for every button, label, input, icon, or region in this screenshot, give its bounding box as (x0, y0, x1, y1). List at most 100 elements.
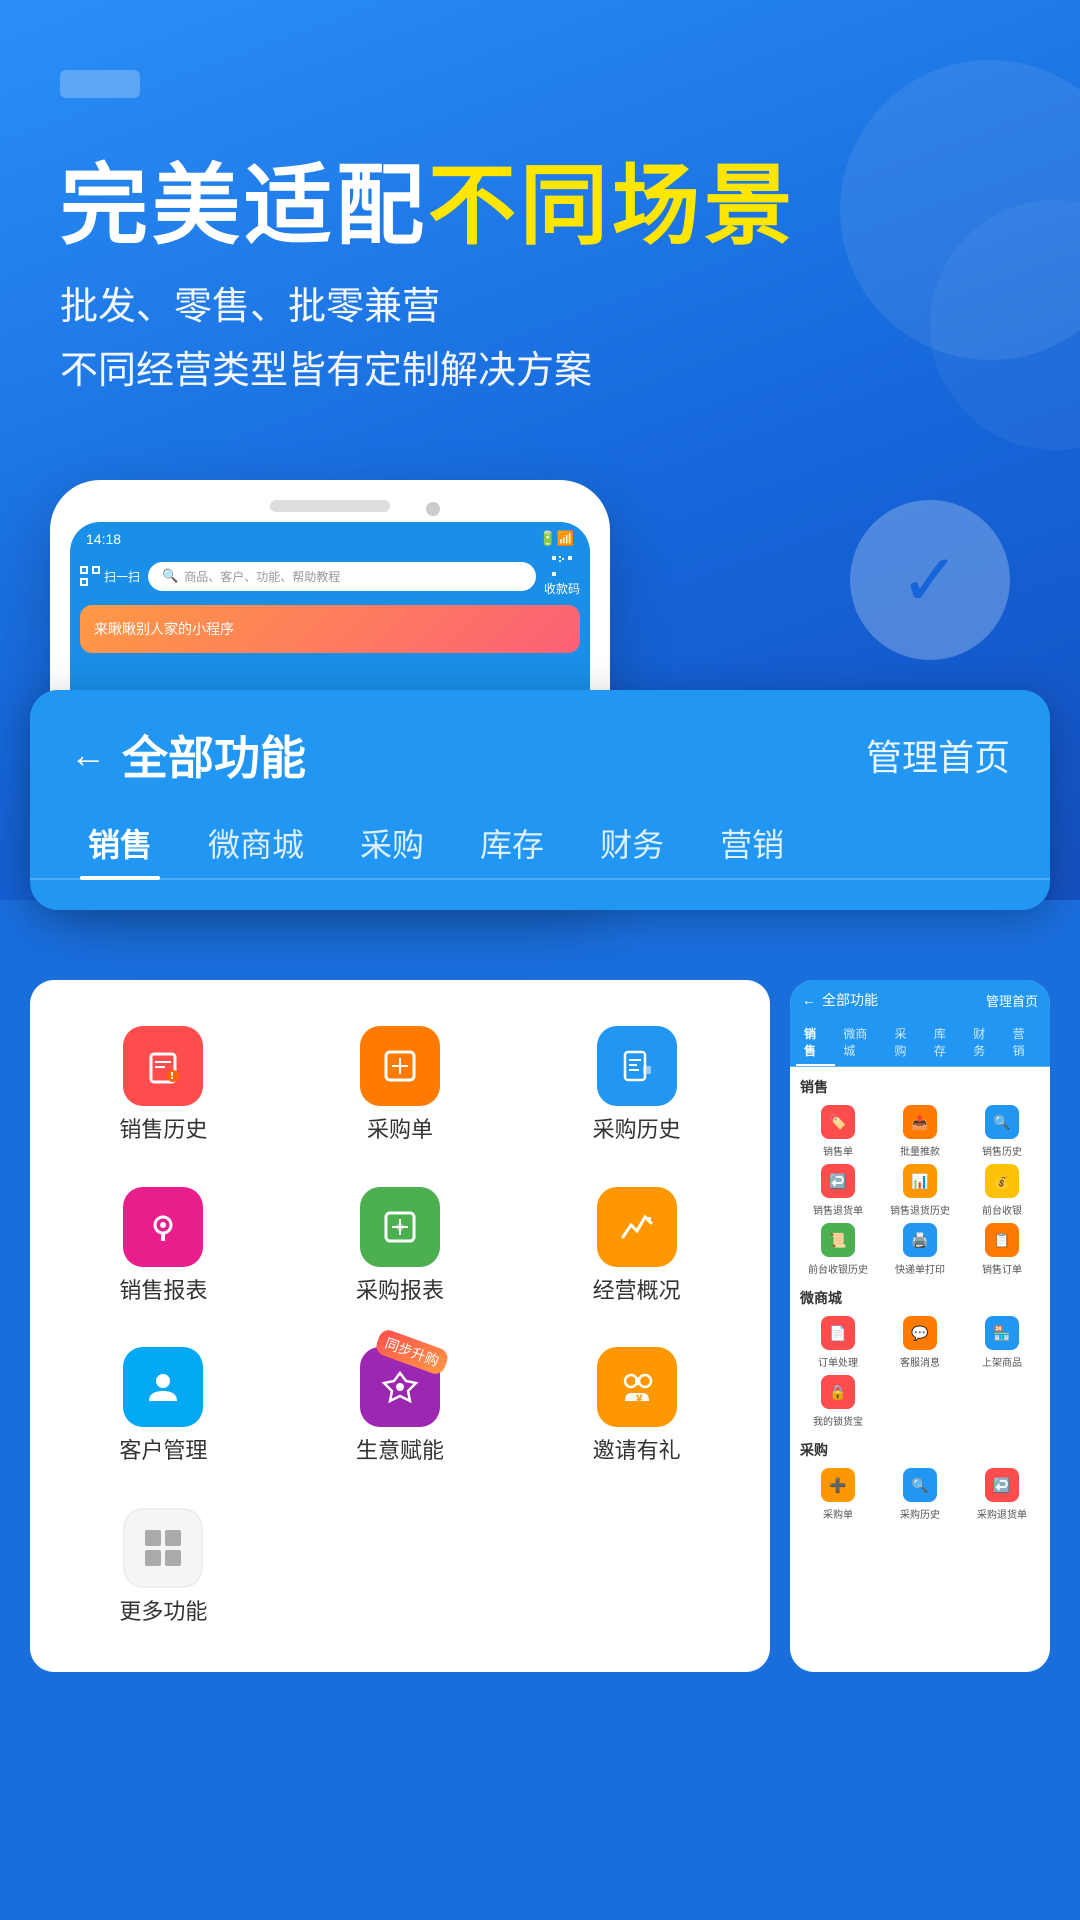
mini-purchase-hist-icon: 🔍 (903, 1468, 937, 1502)
tab-finance[interactable]: 财务 (572, 808, 692, 878)
tab-wechat-mall[interactable]: 微商城 (180, 808, 332, 878)
app-item-sales-report[interactable]: 销售报表 (50, 1171, 277, 1322)
mini-tab-sales[interactable]: 销售 (796, 1020, 835, 1066)
mini-header-left: ← 全部功能 (802, 990, 878, 1010)
mini-back-icon: ← (802, 992, 816, 1008)
subline1: 批发、零售、批零兼营 (60, 275, 1020, 340)
mini-item-purchase-return[interactable]: ↩️ 采购退货单 (964, 1468, 1040, 1521)
mini-header: ← 全部功能 管理首页 (790, 980, 1050, 1020)
app-item-purchase-report[interactable]: 采购报表 (287, 1171, 514, 1322)
signal-bar (60, 70, 140, 98)
sales-report-label: 销售报表 (119, 1277, 207, 1306)
mini-section-sales: 销售 (800, 1077, 1040, 1097)
app-item-customer-mgmt[interactable]: 客户管理 (50, 1331, 277, 1482)
purchase-history-label: 采购历史 (593, 1116, 681, 1145)
mini-item-sales-return-history[interactable]: 📊 销售退货历史 (882, 1164, 958, 1217)
mini-item-list-goods[interactable]: 🏪 上架商品 (964, 1316, 1040, 1369)
mini-lock-goods-icon: 🔒 (821, 1375, 855, 1409)
headline-yellow: 不同场景 (428, 156, 796, 255)
mini-item-sales-sub-order[interactable]: 📋 销售订单 (964, 1223, 1040, 1276)
func-card: ← 全部功能 管理首页 销售 微商城 采购 库存 财务 营销 (30, 690, 1050, 910)
mini-item-cashier[interactable]: 💰 前台收银 (964, 1164, 1040, 1217)
customer-mgmt-label: 客户管理 (119, 1437, 207, 1466)
func-header: ← 全部功能 管理首页 (30, 690, 1050, 808)
purchase-report-label: 采购报表 (356, 1277, 444, 1306)
mini-purchase-order-icon: ➕ (821, 1468, 855, 1502)
headline-white: 完美适配 (60, 156, 428, 255)
mini-order-process-icon: 📄 (821, 1316, 855, 1350)
mini-item-mini-sales-history[interactable]: 🔍 销售历史 (964, 1105, 1040, 1158)
headline: 完美适配不同场景 (60, 158, 1020, 255)
tab-inventory[interactable]: 库存 (452, 808, 572, 878)
mini-content: 销售 🏷️ 销售单 📤 批量推款 🔍 销售历史 ↩️ 销售退货单 (790, 1067, 1050, 1543)
mini-title: 全部功能 (822, 990, 878, 1010)
back-arrow-icon[interactable]: ← (70, 734, 106, 776)
mini-tabs: 销售 微商城 采购 库存 财务 营销 (790, 1020, 1050, 1067)
business-overview-label: 经营概况 (593, 1277, 681, 1306)
customer-mgmt-icon (123, 1347, 203, 1427)
func-title-wrap: ← 全部功能 (70, 722, 306, 788)
purchase-order-icon (360, 1026, 440, 1106)
mini-tab-purchase[interactable]: 采购 (886, 1020, 925, 1066)
scan-label[interactable]: 扫一扫 (80, 566, 140, 586)
mini-customer-msg-icon: 💬 (903, 1316, 937, 1350)
phone-search-bar[interactable]: 🔍 商品、客户、功能、帮助教程 (148, 562, 536, 591)
phone-time: 14:18 (86, 531, 121, 547)
app-item-sales-history[interactable]: 销售历史 (50, 1010, 277, 1161)
business-enable-icon: 同步升购 (360, 1347, 440, 1427)
mini-item-purchase-order[interactable]: ➕ 采购单 (800, 1468, 876, 1521)
mini-bulk-push-icon: 📤 (903, 1105, 937, 1139)
invite-label: 邀请有礼 (593, 1437, 681, 1466)
mini-item-purchase-hist[interactable]: 🔍 采购历史 (882, 1468, 958, 1521)
mini-manage-link[interactable]: 管理首页 (986, 991, 1038, 1010)
search-placeholder: 商品、客户、功能、帮助教程 (184, 568, 340, 585)
qr-label[interactable]: 收款码 (544, 555, 580, 597)
mini-sales-history-icon: 🔍 (985, 1105, 1019, 1139)
tab-sales[interactable]: 销售 (60, 808, 180, 878)
check-circle: ✓ (850, 500, 1010, 660)
mini-purchase-return-icon: ↩️ (985, 1468, 1019, 1502)
mini-sales-sub-order-icon: 📋 (985, 1223, 1019, 1257)
purchase-report-icon (360, 1187, 440, 1267)
mini-tab-wechat[interactable]: 微商城 (835, 1020, 886, 1066)
mini-item-order-process[interactable]: 📄 订单处理 (800, 1316, 876, 1369)
func-card-title: 全部功能 (122, 722, 306, 788)
tabs-row: 销售 微商城 采购 库存 财务 营销 (30, 808, 1050, 880)
app-item-business-overview[interactable]: 经营概况 (523, 1171, 750, 1322)
app-item-purchase-order[interactable]: 采购单 (287, 1010, 514, 1161)
svg-text:¥: ¥ (636, 1392, 643, 1406)
mini-cashier-history-icon: 📜 (821, 1223, 855, 1257)
tab-marketing[interactable]: 营销 (692, 808, 812, 878)
mini-tab-finance[interactable]: 财务 (965, 1020, 1004, 1066)
mini-item-sales-return[interactable]: ↩️ 销售退货单 (800, 1164, 876, 1217)
mini-item-sales-order[interactable]: 🏷️ 销售单 (800, 1105, 876, 1158)
mini-sales-grid: 🏷️ 销售单 📤 批量推款 🔍 销售历史 ↩️ 销售退货单 📊 销售 (800, 1105, 1040, 1276)
content-below: 销售历史 采购单 (30, 980, 1050, 1672)
mini-item-print[interactable]: 🖨️ 快递单打印 (882, 1223, 958, 1276)
mini-section-wechat: 微商城 (800, 1288, 1040, 1308)
invite-icon: ¥ (597, 1347, 677, 1427)
mini-purchase-grid: ➕ 采购单 🔍 采购历史 ↩️ 采购退货单 (800, 1468, 1040, 1521)
sales-history-icon (123, 1026, 203, 1106)
phone-camera (426, 502, 440, 516)
phone-icons: 🔋📶 (539, 530, 574, 547)
mini-item-cashier-history[interactable]: 📜 前台收银历史 (800, 1223, 876, 1276)
checkmark-icon: ✓ (900, 538, 960, 622)
more-functions-icon (123, 1508, 203, 1588)
mini-item-lock-goods[interactable]: 🔒 我的锁货宝 (800, 1375, 876, 1428)
app-item-purchase-history[interactable]: 采购历史 (523, 1010, 750, 1161)
phone-notch (270, 500, 390, 512)
manage-home-link[interactable]: 管理首页 (866, 729, 1010, 781)
mini-item-bulk-push[interactable]: 📤 批量推款 (882, 1105, 958, 1158)
app-item-invite[interactable]: ¥ 邀请有礼 (523, 1331, 750, 1482)
right-panel: ← 全部功能 管理首页 销售 微商城 采购 库存 财务 营销 销售 🏷️ 销售单… (790, 980, 1050, 1672)
tab-purchase[interactable]: 采购 (332, 808, 452, 878)
mini-item-customer-msg[interactable]: 💬 客服消息 (882, 1316, 958, 1369)
mini-tab-marketing[interactable]: 营销 (1005, 1020, 1044, 1066)
mini-cashier-icon: 💰 (985, 1164, 1019, 1198)
purchase-order-label: 采购单 (367, 1116, 433, 1145)
subline2: 不同经营类型皆有定制解决方案 (60, 339, 1020, 404)
app-item-more[interactable]: 更多功能 (50, 1492, 277, 1643)
app-item-business-enable[interactable]: 同步升购 生意赋能 (287, 1331, 514, 1482)
mini-tab-inventory[interactable]: 库存 (926, 1020, 965, 1066)
